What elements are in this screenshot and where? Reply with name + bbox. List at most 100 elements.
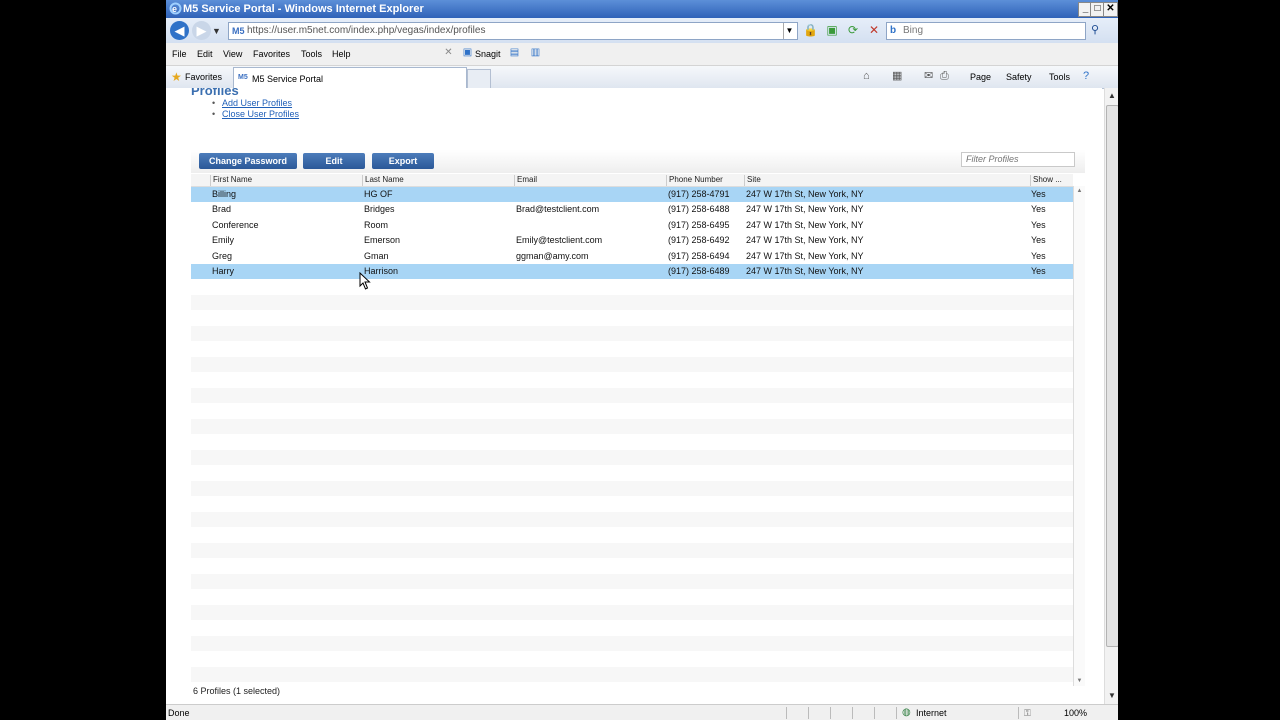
cell-site: 247 W 17th St, New York, NY <box>746 235 864 245</box>
empty-row <box>191 450 1073 465</box>
cell-phone: (917) 258-6492 <box>668 235 730 245</box>
empty-row <box>191 326 1073 341</box>
tools-menu[interactable]: Tools <box>1049 72 1070 82</box>
help-icon[interactable]: ? <box>1083 70 1089 82</box>
snagit-window-icon[interactable]: ▤ <box>509 47 520 58</box>
status-divider <box>830 707 831 719</box>
new-tab-button[interactable] <box>467 69 491 89</box>
empty-row <box>191 667 1073 682</box>
col-show[interactable]: Show ... <box>1030 175 1073 186</box>
empty-row <box>191 342 1073 357</box>
menu-view[interactable]: View <box>223 49 242 59</box>
mail-icon[interactable]: ✉ <box>924 70 933 82</box>
add-user-profiles-link[interactable]: Add User Profiles <box>222 98 292 108</box>
favorites-bar: ★ Favorites M5 M5 Service Portal ⌂ ▦ ✉ ⎙… <box>166 66 1118 89</box>
table-row[interactable]: Brad Bridges Brad@testclient.com (917) 2… <box>191 202 1073 217</box>
col-email[interactable]: Email <box>514 175 666 186</box>
forward-button[interactable]: ▶ <box>192 21 211 40</box>
search-go-icon[interactable]: ⚲ <box>1088 22 1102 38</box>
cell-phone: (917) 258-6495 <box>668 220 730 230</box>
search-input[interactable]: b Bing <box>886 22 1086 40</box>
table-row[interactable]: Emily Emerson Emily@testclient.com (917)… <box>191 233 1073 248</box>
status-divider <box>852 707 853 719</box>
page-title: Profiles <box>191 88 239 98</box>
status-divider <box>808 707 809 719</box>
back-button[interactable]: ◀ <box>170 21 189 40</box>
menu-help[interactable]: Help <box>332 49 351 59</box>
empty-row <box>191 590 1073 605</box>
col-site[interactable]: Site <box>744 175 1030 186</box>
table-row[interactable]: Greg Gman ggman@amy.com (917) 258-6494 2… <box>191 249 1073 264</box>
feeds-icon[interactable]: ▦ <box>892 70 902 82</box>
cell-show: Yes <box>1031 266 1046 276</box>
cell-show: Yes <box>1031 204 1046 214</box>
home-icon[interactable]: ⌂ <box>863 70 870 82</box>
col-first-name[interactable]: First Name <box>210 175 362 186</box>
grid-scroll-down-icon[interactable]: ▼ <box>1074 676 1085 686</box>
status-divider <box>1018 707 1019 719</box>
menu-edit[interactable]: Edit <box>197 49 213 59</box>
page-menu[interactable]: Page <box>970 72 991 82</box>
zoom-level[interactable]: 100% <box>1064 708 1087 718</box>
cell-show: Yes <box>1031 251 1046 261</box>
menu-favorites[interactable]: Favorites <box>253 49 290 59</box>
compatibility-view-icon[interactable]: ▣ <box>825 23 839 37</box>
stop-icon[interactable]: ✕ <box>867 23 881 37</box>
filter-profiles-input[interactable] <box>961 152 1075 167</box>
lock-icon[interactable]: 🔒 <box>803 23 818 37</box>
empty-row <box>191 466 1073 481</box>
table-row[interactable]: Harry Harrison (917) 258-6489 247 W 17th… <box>191 264 1073 279</box>
cell-first-name: Emily <box>212 235 234 245</box>
scroll-down-icon[interactable]: ▼ <box>1105 689 1118 703</box>
scroll-thumb[interactable] <box>1106 105 1118 647</box>
menu-bar: File Edit View Favorites Tools Help ✕ ▣ … <box>166 43 1118 66</box>
col-last-name[interactable]: Last Name <box>362 175 514 186</box>
page-content: Profiles • Add User Profiles • Close Use… <box>166 88 1102 704</box>
recent-pages-dropdown[interactable]: ▼ <box>212 26 221 36</box>
cell-email: ggman@amy.com <box>516 251 589 261</box>
scroll-up-icon[interactable]: ▲ <box>1105 89 1118 103</box>
cell-last-name: Emerson <box>364 235 401 245</box>
cell-last-name: Room <box>364 220 389 230</box>
cell-phone: (917) 258-6488 <box>668 204 730 214</box>
page-scrollbar[interactable]: ▲ ▼ <box>1104 88 1118 704</box>
empty-row <box>191 636 1073 651</box>
empty-row <box>191 295 1073 310</box>
profiles-grid: Change Password Edit Export First Name L… <box>191 150 1085 686</box>
export-button[interactable]: Export <box>372 153 434 169</box>
site-icon: M5 <box>232 26 245 36</box>
close-toolbar-icon[interactable]: ✕ <box>443 47 454 58</box>
status-divider <box>874 707 875 719</box>
empty-row <box>191 512 1073 527</box>
change-password-button[interactable]: Change Password <box>199 153 297 169</box>
protected-mode-icon[interactable]: ⚿ <box>1024 708 1031 719</box>
table-row[interactable]: Conference Room (917) 258-6495 247 W 17t… <box>191 218 1073 233</box>
empty-row <box>191 543 1073 558</box>
ie-logo-icon: e <box>169 2 182 15</box>
empty-row <box>191 481 1073 496</box>
refresh-icon[interactable]: ⟳ <box>846 23 860 37</box>
print-icon[interactable]: ⎙ <box>940 70 949 82</box>
search-placeholder: Bing <box>903 25 924 36</box>
tab-m5-service-portal[interactable]: M5 M5 Service Portal <box>233 67 467 89</box>
grid-scrollbar[interactable]: ▲ ▼ <box>1073 186 1085 686</box>
address-text: https://user.m5net.com/index.php/vegas/i… <box>247 25 486 36</box>
favorites-button[interactable]: Favorites <box>185 72 222 82</box>
cell-show: Yes <box>1031 235 1046 245</box>
col-phone-number[interactable]: Phone Number <box>666 175 744 186</box>
grid-scroll-up-icon[interactable]: ▲ <box>1074 186 1085 196</box>
favorites-star-icon[interactable]: ★ <box>171 70 182 84</box>
snagit-icon[interactable]: ▣ <box>462 47 473 58</box>
edit-button[interactable]: Edit <box>303 153 365 169</box>
address-input[interactable]: M5 https://user.m5net.com/index.php/vega… <box>228 22 798 40</box>
snagit-edit-icon[interactable]: ▥ <box>530 47 541 58</box>
menu-file[interactable]: File <box>172 49 187 59</box>
close-user-profiles-link[interactable]: Close User Profiles <box>222 109 299 119</box>
menu-tools[interactable]: Tools <box>301 49 322 59</box>
grid-header: First Name Last Name Email Phone Number … <box>191 174 1073 187</box>
table-row[interactable]: Billing HG OF (917) 258-4791 247 W 17th … <box>191 187 1073 202</box>
safety-menu[interactable]: Safety <box>1006 72 1032 82</box>
snagit-button[interactable]: Snagit <box>475 49 501 59</box>
address-dropdown-icon[interactable]: ▼ <box>783 23 795 39</box>
close-window-button[interactable]: ✕ <box>1103 2 1118 17</box>
